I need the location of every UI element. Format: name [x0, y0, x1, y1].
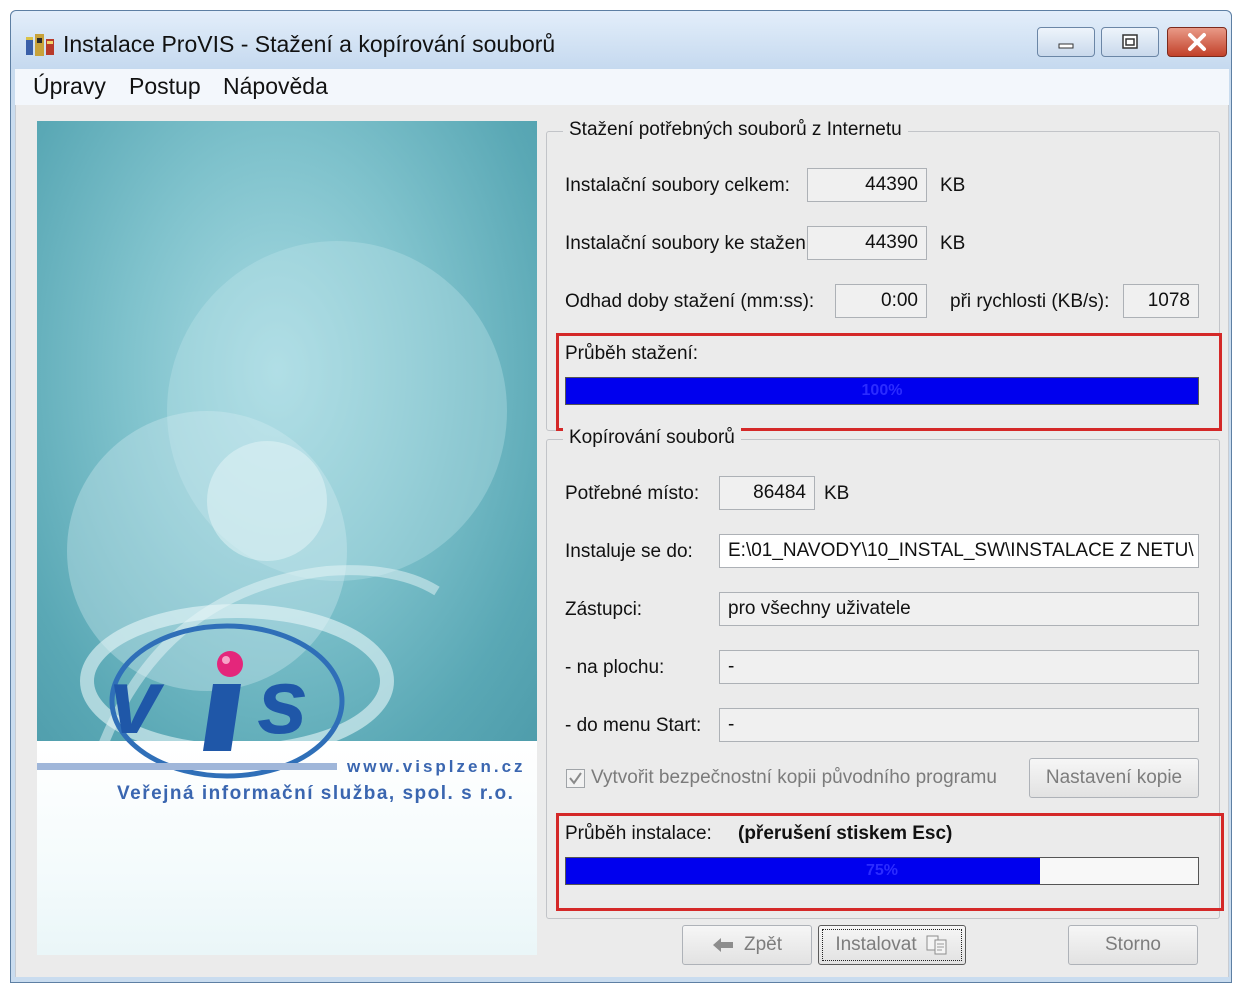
close-button[interactable] — [1167, 27, 1227, 57]
shortcuts-label: Zástupci: — [565, 599, 643, 620]
splash-url: www.visplzen.cz — [347, 757, 526, 776]
speed-field: 1078 — [1123, 284, 1199, 318]
startmenu-label: - do menu Start: — [565, 715, 702, 736]
total-files-field: 44390 — [807, 168, 927, 202]
install-button[interactable]: Instalovat — [818, 925, 966, 965]
dialog-body: v s www.visplzen.cz Veřejná informační s… — [15, 105, 1229, 977]
logo-letter-v: v — [109, 651, 165, 753]
minimize-button[interactable] — [1037, 27, 1095, 57]
space-label: Potřebné místo: — [565, 483, 700, 504]
to-download-label: Instalační soubory ke stažení: — [565, 233, 817, 254]
to-download-field: 44390 — [807, 226, 927, 260]
copy-files-icon — [926, 935, 947, 955]
logo-letter-s: s — [257, 651, 308, 753]
maximize-icon — [1102, 28, 1158, 56]
title-bar[interactable]: Instalace ProVIS - Stažení a kopírování … — [11, 11, 1231, 69]
window-title: Instalace ProVIS - Stažení a kopírování … — [63, 31, 556, 57]
arrow-left-icon — [712, 938, 733, 952]
app-icon — [26, 34, 54, 56]
splash-image: v s www.visplzen.cz Veřejná informační s… — [37, 121, 537, 955]
menu-napoveda[interactable]: Nápověda — [223, 73, 328, 100]
install-progress-highlight — [556, 813, 1224, 911]
download-group-title: Stažení potřebných souborů z Internetu — [563, 119, 908, 141]
target-label: Instaluje se do: — [565, 541, 693, 562]
to-download-unit: KB — [940, 233, 966, 254]
installer-window: Instalace ProVIS - Stažení a kopírování … — [10, 10, 1232, 983]
cancel-button[interactable]: Storno — [1068, 925, 1198, 965]
backup-checkbox-label[interactable]: Vytvořit bezpečnostní kopii původního pr… — [591, 767, 997, 789]
splash-company: Veřejná informační služba, spol. s r.o. — [117, 783, 515, 804]
menu-bar: Úpravy Postup Nápověda — [15, 69, 1229, 106]
download-progress-highlight — [556, 333, 1222, 431]
copy-group-title: Kopírování souborů — [563, 427, 741, 449]
close-icon — [1168, 28, 1226, 56]
estimate-label: Odhad doby stažení (mm:ss): — [565, 291, 815, 312]
minimize-icon — [1038, 28, 1094, 56]
estimate-field: 0:00 — [835, 284, 927, 318]
menu-postup[interactable]: Postup — [129, 73, 201, 100]
desktop-label: - na plochu: — [565, 657, 665, 678]
back-button[interactable]: Zpět — [682, 925, 812, 965]
maximize-button[interactable] — [1101, 27, 1159, 57]
speed-label: při rychlosti (KB/s): — [950, 291, 1110, 312]
backup-checkbox[interactable] — [566, 769, 585, 788]
vis-logo: v s — [37, 623, 345, 779]
total-files-label: Instalační soubory celkem: — [565, 175, 790, 196]
checkmark-icon — [569, 772, 582, 785]
shortcuts-field: pro všechny uživatele — [719, 592, 1199, 626]
startmenu-field: - — [719, 708, 1199, 742]
menu-upravy[interactable]: Úpravy — [33, 73, 106, 100]
space-unit: KB — [824, 483, 850, 504]
backup-settings-button[interactable]: Nastavení kopie — [1029, 758, 1199, 798]
total-files-unit: KB — [940, 175, 966, 196]
space-field: 86484 — [719, 476, 815, 510]
desktop-field: - — [719, 650, 1199, 684]
target-field[interactable]: E:\01_NAVODY\10_INSTAL_SW\INSTALACE Z NE… — [719, 534, 1199, 568]
